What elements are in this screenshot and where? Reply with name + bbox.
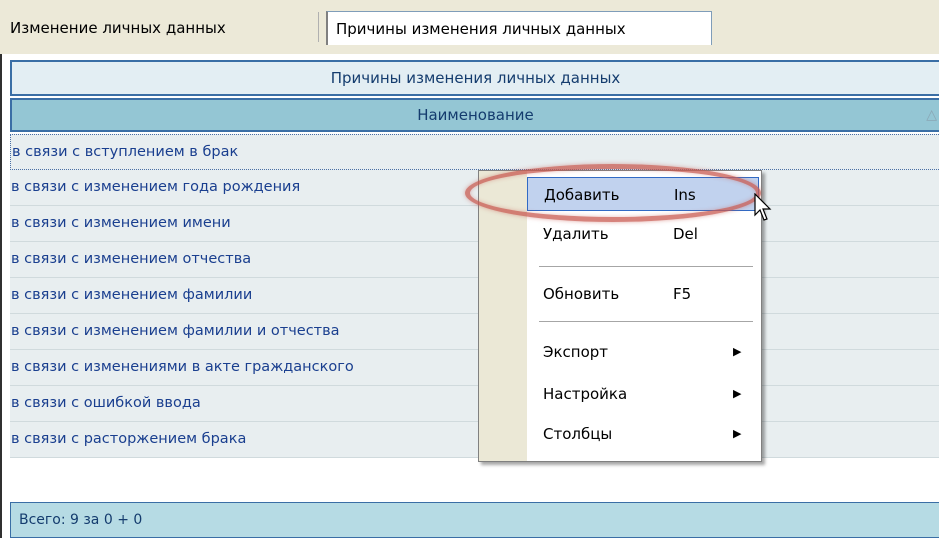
menu-item-label: Удалить: [543, 225, 609, 243]
menu-item-add[interactable]: Добавить Ins: [527, 177, 759, 211]
menu-icon-gutter: [479, 171, 527, 461]
table-row[interactable]: в связи с изменением фамилии и отчества: [10, 314, 939, 350]
submenu-arrow-icon: ▶: [733, 387, 742, 400]
grid-rows: в связи с вступлением в брак в связи с и…: [10, 134, 939, 494]
table-row[interactable]: в связи с изменением имени: [10, 206, 939, 242]
menu-item-label: Столбцы: [543, 425, 613, 443]
column-header-label: Наименование: [417, 106, 534, 124]
menu-item-columns[interactable]: Столбцы ▶: [527, 417, 759, 451]
menu-item-label: Экспорт: [543, 343, 609, 361]
mouse-pointer-icon: [754, 193, 772, 221]
table-row[interactable]: в связи с изменением фамилии: [10, 278, 939, 314]
grid-footer-total: Всего: 9 за 0 + 0: [10, 502, 939, 538]
menu-separator: [539, 266, 753, 267]
menu-item-refresh[interactable]: Обновить F5: [527, 277, 759, 311]
table-row[interactable]: в связи с изменением года рождения: [10, 170, 939, 206]
table-row[interactable]: в связи с изменением отчества: [10, 242, 939, 278]
empty-row: [10, 458, 939, 494]
menu-item-shortcut: Ins: [674, 186, 696, 204]
grid-title: Причины изменения личных данных: [10, 60, 939, 96]
context-menu: Добавить Ins Удалить Del Обновить F5 Экс…: [478, 170, 762, 462]
menu-item-shortcut: Del: [673, 225, 698, 243]
tab-change-reasons[interactable]: Причины изменения личных данных: [326, 11, 712, 45]
menu-separator: [539, 321, 753, 322]
submenu-arrow-icon: ▶: [733, 427, 742, 440]
table-row[interactable]: в связи с ошибкой ввода: [10, 386, 939, 422]
menu-item-export[interactable]: Экспорт ▶: [527, 335, 759, 369]
sort-ascending-icon: △: [926, 107, 937, 123]
menu-item-delete[interactable]: Удалить Del: [527, 217, 759, 251]
table-row[interactable]: в связи с изменениями в акте гражданског…: [10, 350, 939, 386]
menu-item-label: Настройка: [543, 385, 628, 403]
menu-item-label: Добавить: [544, 186, 620, 204]
column-header-name[interactable]: Наименование △: [10, 98, 939, 132]
tab-personal-data-change[interactable]: Изменение личных данных: [2, 13, 314, 43]
menu-item-settings[interactable]: Настройка ▶: [527, 377, 759, 411]
submenu-arrow-icon: ▶: [733, 345, 742, 358]
menu-item-shortcut: F5: [673, 285, 692, 303]
tab-separator: [318, 12, 319, 42]
table-row[interactable]: в связи с вступлением в брак: [10, 134, 939, 170]
table-row[interactable]: в связи с расторжением брака: [10, 422, 939, 458]
menu-item-label: Обновить: [543, 285, 620, 303]
reasons-grid: Причины изменения личных данных Наименов…: [0, 54, 939, 538]
tab-bar: Изменение личных данных Причины изменени…: [0, 0, 939, 54]
